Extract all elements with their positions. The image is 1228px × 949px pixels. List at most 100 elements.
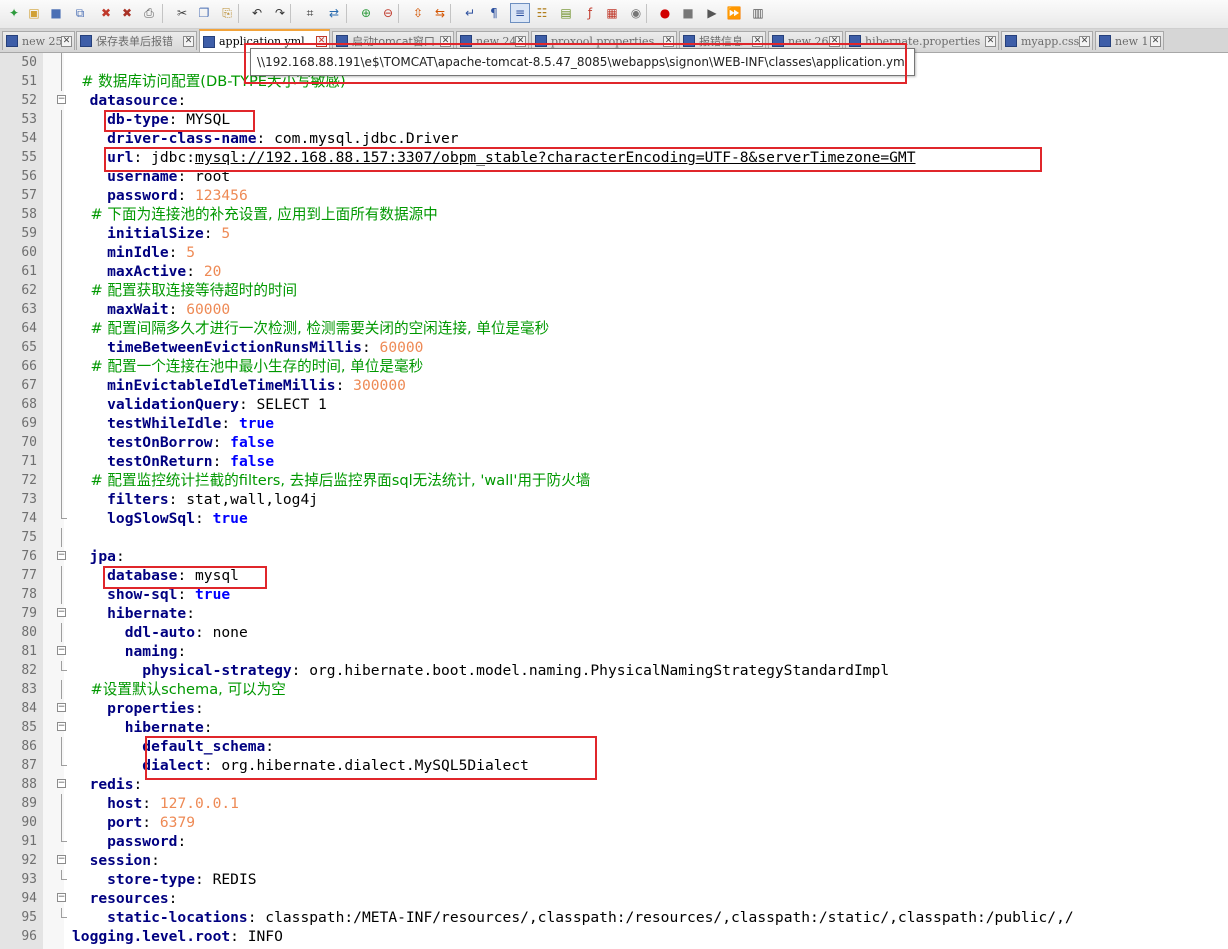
- code-line[interactable]: 75: [0, 528, 1228, 547]
- tab-myapp-css[interactable]: myapp.css ✕: [1001, 31, 1093, 50]
- user-language-icon[interactable]: ☷: [532, 3, 552, 23]
- code-line[interactable]: 88 − redis:: [0, 775, 1228, 794]
- fold-toggle-icon[interactable]: −: [57, 703, 66, 712]
- code-line[interactable]: 56 username: root: [0, 167, 1228, 186]
- tab-close-icon[interactable]: ✕: [61, 35, 72, 47]
- tab-close-icon[interactable]: ✕: [183, 35, 194, 47]
- code-line[interactable]: 92 − session:: [0, 851, 1228, 870]
- code-line[interactable]: 57 password: 123456: [0, 186, 1228, 205]
- open-file-icon[interactable]: ▣: [24, 3, 44, 23]
- cut-icon[interactable]: ✂: [172, 3, 192, 23]
- sync-horizontal-icon[interactable]: ⇆: [430, 3, 450, 23]
- fold-toggle-icon[interactable]: −: [57, 855, 66, 864]
- code-line[interactable]: 81 − naming:: [0, 642, 1228, 661]
- tab-close-icon[interactable]: ✕: [1150, 35, 1161, 47]
- code-line[interactable]: 63 maxWait: 60000: [0, 300, 1228, 319]
- code-line[interactable]: 89 host: 127.0.0.1: [0, 794, 1228, 813]
- record-macro-icon[interactable]: ●: [655, 3, 675, 23]
- code-line[interactable]: 64 # 配置间隔多久才进行一次检测, 检测需要关闭的空闲连接, 单位是毫秒: [0, 319, 1228, 338]
- print-icon[interactable]: ⎙: [139, 3, 159, 23]
- code-line[interactable]: 77 database: mysql: [0, 566, 1228, 585]
- code-line[interactable]: 78 show-sql: true: [0, 585, 1228, 604]
- close-icon[interactable]: ✖: [96, 3, 116, 23]
- tab-close-icon[interactable]: ✕: [663, 35, 674, 47]
- code-line[interactable]: 94 − resources:: [0, 889, 1228, 908]
- code-line[interactable]: 58 # 下面为连接池的补充设置, 应用到上面所有数据源中: [0, 205, 1228, 224]
- code-line[interactable]: 86 default_schema:: [0, 737, 1228, 756]
- tab-close-icon[interactable]: ✕: [515, 35, 526, 47]
- code-line[interactable]: 85 − hibernate:: [0, 718, 1228, 737]
- code-line[interactable]: 84 − properties:: [0, 699, 1228, 718]
- playback-icon[interactable]: ▶: [702, 3, 722, 23]
- folder-workspace-icon[interactable]: ▦: [602, 3, 622, 23]
- find-icon[interactable]: ⌗: [300, 3, 320, 23]
- code-line[interactable]: 82 physical-strategy: org.hibernate.boot…: [0, 661, 1228, 680]
- sync-vertical-icon[interactable]: ⇳: [408, 3, 428, 23]
- code-line[interactable]: 66 # 配置一个连接在池中最小生存的时间, 单位是毫秒: [0, 357, 1228, 376]
- zoom-in-icon[interactable]: ⊕: [356, 3, 376, 23]
- fold-toggle-icon[interactable]: −: [57, 779, 66, 788]
- copy-icon[interactable]: ❐: [194, 3, 214, 23]
- code-line[interactable]: 59 initialSize: 5: [0, 224, 1228, 243]
- code-line[interactable]: 87 dialect: org.hibernate.dialect.MySQL5…: [0, 756, 1228, 775]
- fold-toggle-icon[interactable]: −: [57, 95, 66, 104]
- tab-2[interactable]: 保存表单后报错 ✕: [76, 31, 197, 50]
- redo-icon[interactable]: ↷: [270, 3, 290, 23]
- code-line[interactable]: 52 − datasource:: [0, 91, 1228, 110]
- fold-toggle-icon[interactable]: −: [57, 551, 66, 560]
- fold-toggle-icon[interactable]: −: [57, 893, 66, 902]
- code-line[interactable]: 54 driver-class-name: com.mysql.jdbc.Dri…: [0, 129, 1228, 148]
- code-line[interactable]: 67 minEvictableIdleTimeMillis: 300000: [0, 376, 1228, 395]
- tab-new-1[interactable]: new 1 ✕: [1095, 31, 1164, 50]
- tab-close-icon[interactable]: ✕: [752, 35, 763, 47]
- indent-guide-icon[interactable]: ≡: [510, 3, 530, 23]
- code-line[interactable]: 68 validationQuery: SELECT 1: [0, 395, 1228, 414]
- function-list-icon[interactable]: ƒ: [580, 3, 600, 23]
- code-line[interactable]: 55 url: jdbc:mysql://192.168.88.157:3307…: [0, 148, 1228, 167]
- zoom-out-icon[interactable]: ⊖: [378, 3, 398, 23]
- save-macro-icon[interactable]: ▥: [748, 3, 768, 23]
- code-line[interactable]: 53 db-type: MYSQL: [0, 110, 1228, 129]
- code-line[interactable]: 65 timeBetweenEvictionRunsMillis: 60000: [0, 338, 1228, 357]
- fold-toggle-icon[interactable]: −: [57, 646, 66, 655]
- monitoring-icon[interactable]: ◉: [626, 3, 646, 23]
- code-line[interactable]: 90 port: 6379: [0, 813, 1228, 832]
- code-line[interactable]: 70 testOnBorrow: false: [0, 433, 1228, 452]
- fold-toggle-icon[interactable]: −: [57, 608, 66, 617]
- code-line[interactable]: 79 − hibernate:: [0, 604, 1228, 623]
- stop-record-icon[interactable]: ■: [678, 3, 698, 23]
- new-file-icon[interactable]: ✦: [4, 3, 24, 23]
- code-line[interactable]: 83 #设置默认schema, 可以为空: [0, 680, 1228, 699]
- tab-close-icon[interactable]: ✕: [316, 36, 327, 47]
- save-icon[interactable]: ■: [46, 3, 66, 23]
- tab-close-icon[interactable]: ✕: [829, 35, 840, 47]
- code-line[interactable]: 95 static-locations: classpath:/META-INF…: [0, 908, 1228, 927]
- code-line[interactable]: 60 minIdle: 5: [0, 243, 1228, 262]
- code-line[interactable]: 76 − jpa:: [0, 547, 1228, 566]
- show-all-chars-icon[interactable]: ¶: [484, 3, 504, 23]
- code-line[interactable]: 80 ddl-auto: none: [0, 623, 1228, 642]
- undo-icon[interactable]: ↶: [247, 3, 267, 23]
- replace-icon[interactable]: ⇄: [324, 3, 344, 23]
- code-line[interactable]: 91 password:: [0, 832, 1228, 851]
- paste-icon[interactable]: ⎘: [217, 3, 237, 23]
- fold-toggle-icon[interactable]: −: [57, 722, 66, 731]
- code-line[interactable]: 71 testOnReturn: false: [0, 452, 1228, 471]
- tab-close-icon[interactable]: ✕: [1079, 35, 1090, 47]
- word-wrap-icon[interactable]: ↵: [460, 3, 480, 23]
- code-line[interactable]: 93 store-type: REDIS: [0, 870, 1228, 889]
- code-line[interactable]: 69 testWhileIdle: true: [0, 414, 1228, 433]
- code-line[interactable]: 74 logSlowSql: true: [0, 509, 1228, 528]
- tab-new-25[interactable]: new 25 ✕: [2, 31, 75, 50]
- code-line[interactable]: 96 logging.level.root: INFO: [0, 927, 1228, 946]
- code-line[interactable]: 61 maxActive: 20: [0, 262, 1228, 281]
- code-line[interactable]: 62 # 配置获取连接等待超时的时间: [0, 281, 1228, 300]
- code-line[interactable]: 73 filters: stat,wall,log4j: [0, 490, 1228, 509]
- run-multiple-icon[interactable]: ⏩: [724, 3, 744, 23]
- doc-map-icon[interactable]: ▤: [556, 3, 576, 23]
- tab-close-icon[interactable]: ✕: [985, 35, 996, 47]
- close-all-icon[interactable]: ✖: [117, 3, 137, 23]
- code-line[interactable]: 72 # 配置监控统计拦截的filters, 去掉后监控界面sql无法统计, '…: [0, 471, 1228, 490]
- save-all-icon[interactable]: ⧉: [70, 3, 90, 23]
- code-editor[interactable]: 50 51 # 数据库访问配置(DB-TYPE大小写敏感) 52− datasour…: [0, 53, 1228, 949]
